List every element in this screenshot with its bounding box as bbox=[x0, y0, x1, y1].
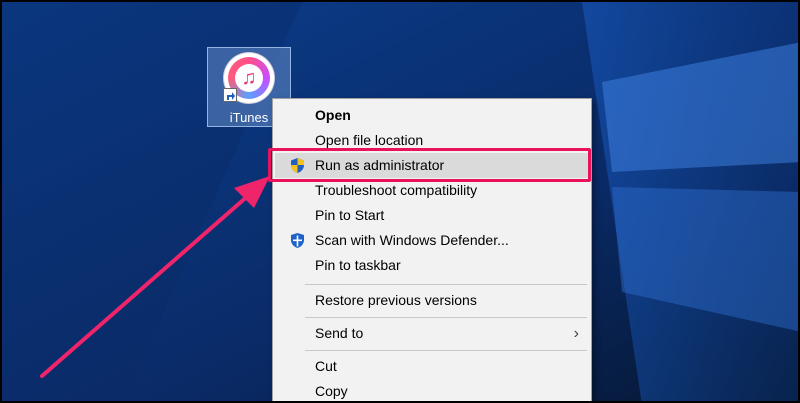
pointer-arrow-annotation bbox=[40, 176, 270, 378]
desktop[interactable]: ♫ iTunes Open Open file location Run as … bbox=[0, 0, 800, 403]
